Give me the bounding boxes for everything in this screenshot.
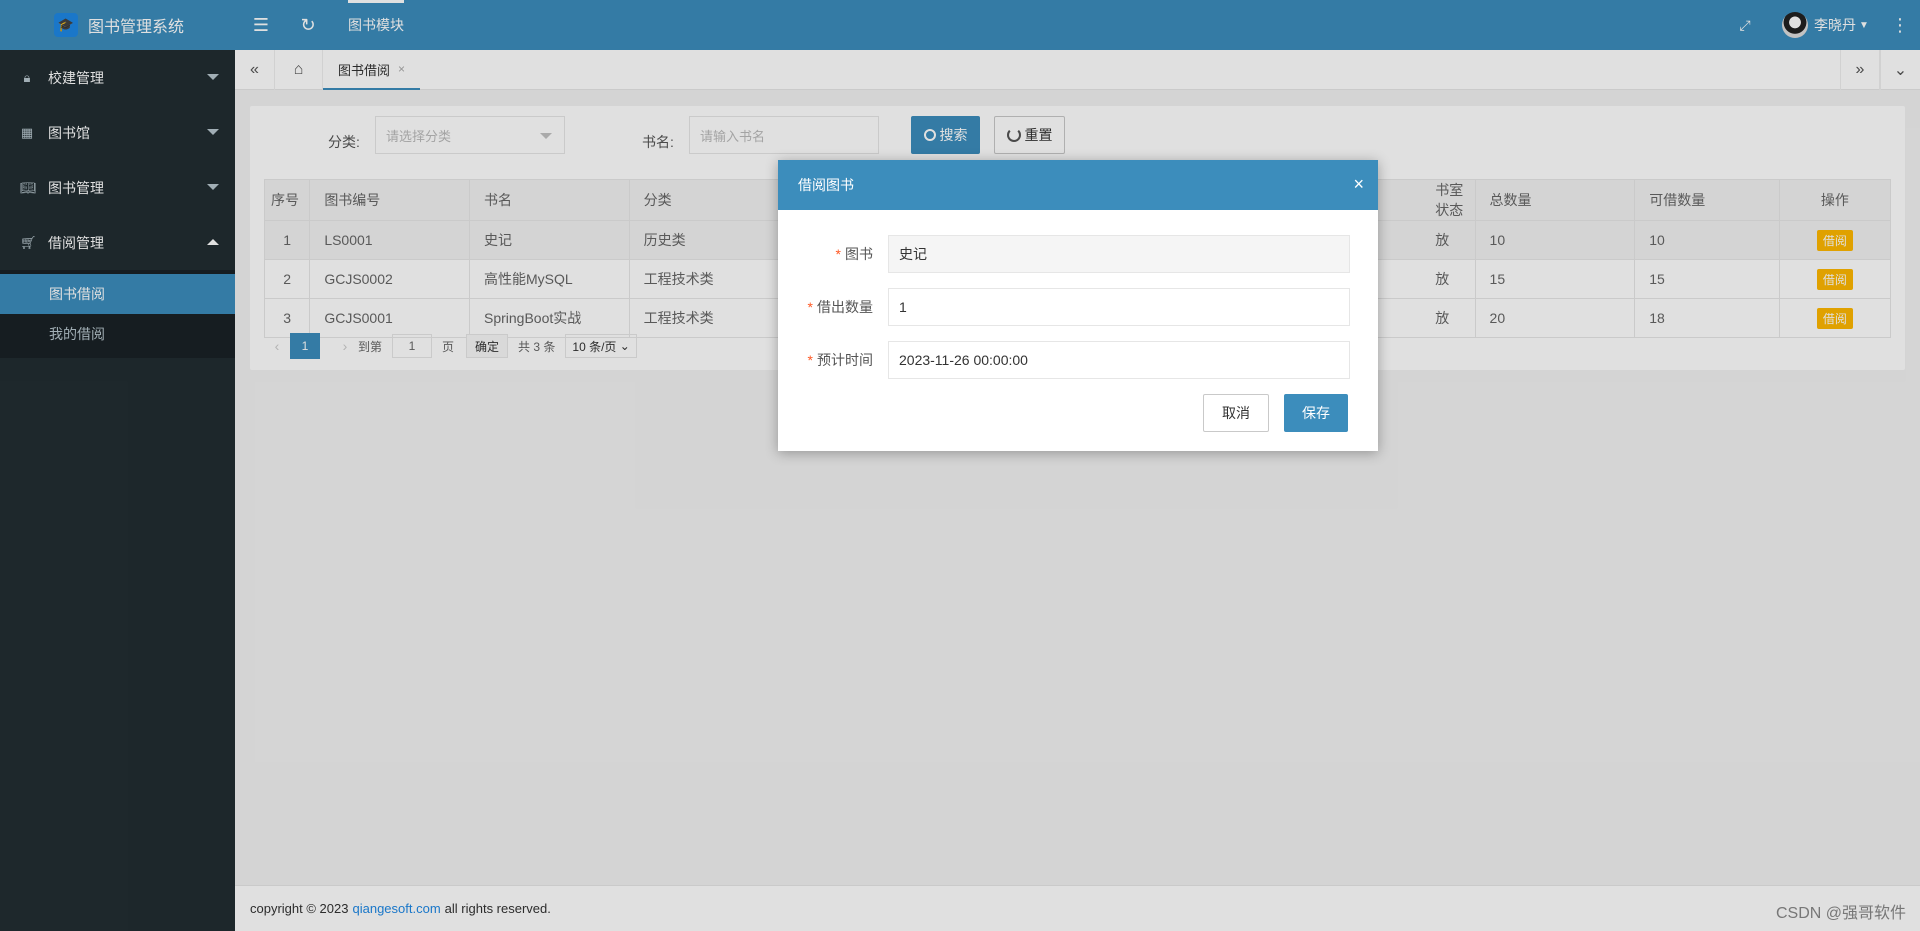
label-text: 预计时间 bbox=[817, 352, 873, 368]
close-icon[interactable]: × bbox=[1353, 174, 1364, 195]
required-mark: * bbox=[807, 352, 813, 368]
dialog-title: 借阅图书 bbox=[798, 177, 854, 193]
book-value: 史记 bbox=[899, 246, 927, 262]
expected-time-field[interactable]: 2023-11-26 00:00:00 bbox=[888, 341, 1350, 379]
required-mark: * bbox=[807, 299, 813, 315]
quantity-field-label: * 借出数量 bbox=[778, 288, 873, 326]
modal-overlay[interactable] bbox=[0, 0, 1920, 931]
time-value: 2023-11-26 00:00:00 bbox=[899, 352, 1028, 368]
required-mark: * bbox=[835, 246, 841, 262]
dialog-header: 借阅图书 × bbox=[778, 160, 1378, 210]
book-field-label: * 图书 bbox=[778, 235, 873, 273]
cancel-button[interactable]: 取消 bbox=[1203, 394, 1269, 432]
label-text: 图书 bbox=[845, 246, 873, 262]
quantity-field[interactable]: 1 bbox=[888, 288, 1350, 326]
quantity-value: 1 bbox=[899, 299, 907, 315]
borrow-dialog: 借阅图书 × * 图书 史记 * 借出数量 1 * 预计时间 2023-11-26 0… bbox=[778, 160, 1378, 451]
time-field-label: * 预计时间 bbox=[778, 341, 873, 379]
save-button[interactable]: 保存 bbox=[1284, 394, 1348, 432]
label-text: 借出数量 bbox=[817, 299, 873, 315]
form-row-time: * 预计时间 2023-11-26 00:00:00 bbox=[778, 341, 1378, 379]
form-row-book: * 图书 史记 bbox=[778, 235, 1378, 273]
book-field[interactable]: 史记 bbox=[888, 235, 1350, 273]
form-row-quantity: * 借出数量 1 bbox=[778, 288, 1378, 326]
watermark: CSDN @强哥软件 bbox=[1775, 905, 1906, 922]
